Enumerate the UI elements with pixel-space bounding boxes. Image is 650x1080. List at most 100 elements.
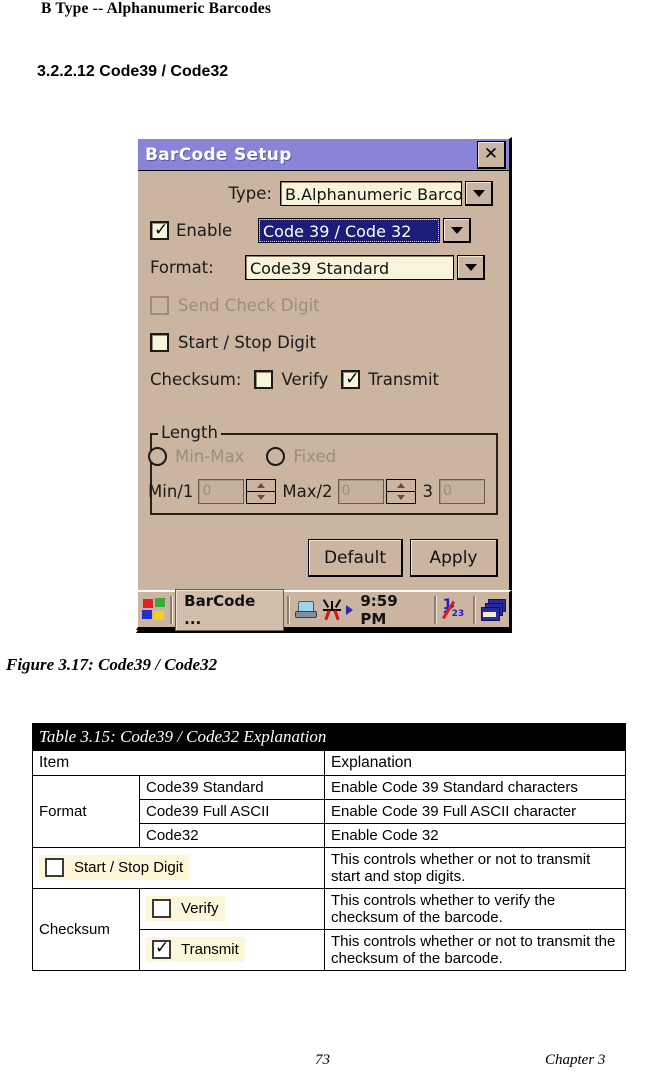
length-values-row: Min/1 0 Max/2 0 3 0 bbox=[148, 479, 486, 504]
triangle-glyph bbox=[472, 189, 485, 197]
cell-item: Code32 bbox=[139, 823, 325, 848]
start-stop-digit-label: Start / Stop Digit bbox=[178, 333, 316, 352]
taskbar-clock[interactable]: 9:59 PM bbox=[360, 592, 426, 628]
network-icon[interactable] bbox=[294, 600, 317, 620]
dialog-client-area: Type: B.Alphanumeric Barcodes ✓ Enable C… bbox=[138, 171, 509, 630]
enable-combo[interactable]: Code 39 / Code 32 bbox=[258, 218, 471, 243]
system-taskbar: BarCode ... 9:59 PM 1 23 bbox=[136, 588, 512, 631]
checksum-verify-checkbox[interactable] bbox=[254, 370, 274, 389]
format-row: Format: Code39 Standard bbox=[150, 255, 498, 280]
cell-item: Code39 Full ASCII bbox=[139, 799, 325, 824]
window-title: BarCode Setup bbox=[145, 144, 292, 165]
checksum-verify-label: Verify bbox=[281, 370, 329, 389]
figure-caption: Figure 3.17: Code39 / Code32 bbox=[6, 655, 218, 674]
close-icon[interactable]: ✕ bbox=[477, 141, 506, 169]
input-panel-icon[interactable]: 1 23 bbox=[441, 597, 467, 623]
triangle-glyph bbox=[464, 263, 477, 271]
third-label: 3 bbox=[422, 482, 434, 501]
cell-explanation: Enable Code 32 bbox=[324, 823, 626, 848]
chevron-down-icon[interactable] bbox=[443, 218, 471, 243]
check-icon: ✓ bbox=[155, 938, 170, 958]
start-stop-digit-cell: Start / Stop Digit bbox=[39, 855, 190, 880]
window-titlebar: BarCode Setup ✕ bbox=[138, 139, 509, 171]
no-connection-icon[interactable] bbox=[321, 598, 344, 621]
barcode-setup-window: BarCode Setup ✕ Type: B.Alphanumeric Bar… bbox=[136, 137, 512, 633]
table-row: Format Code39 Standard Enable Code 39 St… bbox=[32, 775, 626, 848]
type-combo[interactable]: B.Alphanumeric Barcodes bbox=[280, 181, 493, 206]
length-groupbox: Length Min-Max Fixed Min/1 0 Max/2 0 3 0 bbox=[148, 423, 498, 515]
checksum-label: Checksum: bbox=[150, 370, 242, 389]
table-caption-row: Table 3.15: Code39 / Code32 Explanation bbox=[32, 723, 626, 751]
min-stepper bbox=[246, 479, 277, 504]
enable-label: Enable bbox=[176, 221, 233, 240]
chevron-down-icon[interactable] bbox=[457, 255, 485, 280]
section-heading: 3.2.2.12 Code39 / Code32 bbox=[37, 63, 229, 80]
cell-item: Verify bbox=[181, 900, 219, 917]
taskbar-divider bbox=[433, 595, 436, 624]
type-label: Type: bbox=[228, 184, 272, 203]
start-stop-digit-checkbox-glyph bbox=[45, 858, 64, 877]
checksum-transmit-checkbox[interactable]: ✓ bbox=[341, 369, 361, 389]
taskbar-task-barcode[interactable]: BarCode ... bbox=[175, 588, 284, 631]
column-header-item: Item bbox=[32, 750, 325, 776]
verify-checkbox-glyph bbox=[152, 899, 171, 918]
start-button-icon[interactable] bbox=[142, 597, 167, 622]
enable-row: ✓ Enable Code 39 / Code 32 bbox=[150, 218, 498, 243]
default-button[interactable]: Default bbox=[308, 539, 403, 577]
min-input: 0 bbox=[198, 479, 245, 504]
min-label: Min/1 bbox=[148, 482, 194, 501]
checksum-transmit-label: Transmit bbox=[368, 370, 439, 389]
format-combo-value[interactable]: Code39 Standard bbox=[245, 255, 454, 280]
format-combo[interactable]: Code39 Standard bbox=[245, 255, 485, 280]
chevron-down-icon[interactable] bbox=[465, 181, 493, 206]
table-caption: Table 3.15: Code39 / Code32 Explanation bbox=[32, 723, 626, 751]
enable-checkbox[interactable]: ✓ bbox=[150, 221, 169, 240]
cell-item: Start / Stop Digit bbox=[74, 859, 184, 876]
running-head: B Type -- Alphanumeric Barcodes bbox=[41, 0, 272, 17]
stepper-down-icon bbox=[387, 492, 415, 503]
taskbar-divider bbox=[472, 595, 475, 624]
type-combo-value[interactable]: B.Alphanumeric Barcodes bbox=[280, 181, 462, 206]
table-header-row: Item Explanation bbox=[32, 750, 626, 776]
send-check-digit-row: Send Check Digit bbox=[150, 296, 320, 315]
table-row: Checksum Verify This controls whether to… bbox=[32, 888, 626, 971]
verify-cell: Verify bbox=[146, 896, 225, 921]
play-triangle-icon bbox=[346, 604, 354, 615]
start-stop-digit-checkbox[interactable] bbox=[150, 333, 169, 352]
cell-explanation: Enable Code 39 Full ASCII character bbox=[324, 799, 626, 824]
length-minmax-radio bbox=[148, 447, 167, 466]
stepper-up-icon bbox=[386, 480, 415, 492]
cell-explanation: This controls whether to verify the chec… bbox=[324, 888, 626, 930]
window-switcher-icon[interactable] bbox=[480, 598, 506, 621]
format-label: Format: bbox=[150, 258, 214, 277]
send-check-digit-label: Send Check Digit bbox=[178, 296, 320, 315]
triangle-glyph bbox=[450, 226, 463, 234]
length-mode-row: Min-Max Fixed bbox=[148, 447, 336, 466]
footer-page-number: 73 bbox=[315, 1052, 330, 1068]
length-legend: Length bbox=[158, 423, 221, 442]
apply-button[interactable]: Apply bbox=[410, 539, 498, 577]
taskbar-divider bbox=[170, 595, 173, 624]
row-start-stop-digit: Start / Stop Digit bbox=[32, 847, 325, 889]
check-icon: ✓ bbox=[154, 220, 169, 240]
column-header-explanation: Explanation bbox=[324, 750, 626, 776]
max-label: Max/2 bbox=[282, 482, 333, 501]
table-row: Start / Stop Digit This controls whether… bbox=[32, 847, 626, 889]
enable-combo-value[interactable]: Code 39 / Code 32 bbox=[258, 218, 440, 243]
taskbar-divider bbox=[286, 595, 289, 624]
cell-explanation: This controls whether or not to transmit… bbox=[324, 847, 626, 889]
stepper-up-icon bbox=[247, 480, 276, 492]
type-row: Type: B.Alphanumeric Barcodes bbox=[150, 181, 498, 206]
max-input: 0 bbox=[337, 479, 384, 504]
third-input: 0 bbox=[439, 479, 486, 504]
length-fixed-radio bbox=[266, 447, 286, 466]
cell-item: Code39 Standard bbox=[139, 775, 325, 800]
explanation-table: Table 3.15: Code39 / Code32 Explanation … bbox=[32, 723, 626, 971]
explanation-table-wrapper: Table 3.15: Code39 / Code32 Explanation … bbox=[32, 723, 626, 971]
check-icon: ✓ bbox=[345, 369, 360, 389]
cell-item: Transmit bbox=[181, 941, 239, 958]
footer-chapter: Chapter 3 bbox=[545, 1052, 606, 1068]
length-minmax-label: Min-Max bbox=[175, 447, 245, 466]
cell-explanation: Enable Code 39 Standard characters bbox=[324, 775, 626, 800]
start-stop-digit-row: Start / Stop Digit bbox=[150, 333, 316, 352]
